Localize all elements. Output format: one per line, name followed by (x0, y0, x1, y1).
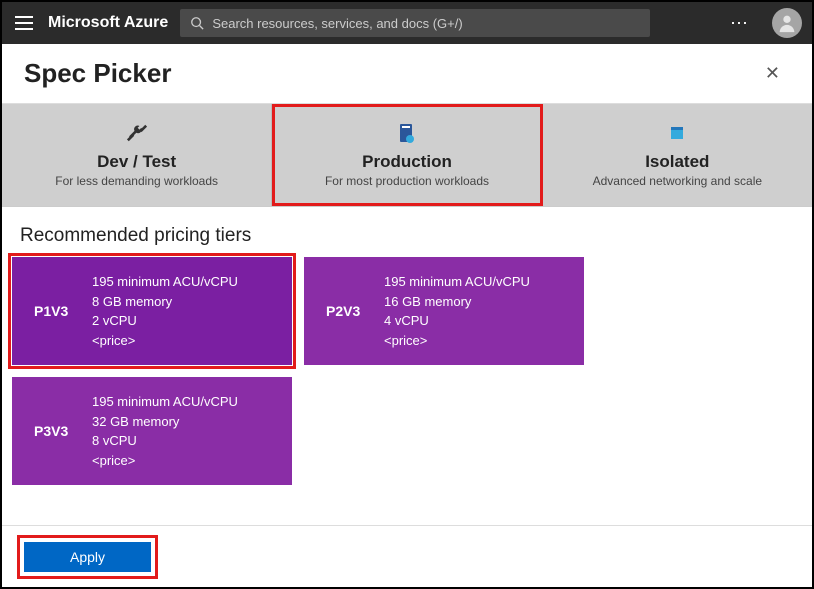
tools-icon (10, 120, 263, 146)
tier-card-p2v3[interactable]: P2V3 195 minimum ACU/vCPU 16 GB memory 4… (304, 257, 584, 365)
avatar[interactable] (772, 8, 802, 38)
tab-subtitle: For less demanding workloads (10, 174, 263, 188)
more-actions-icon[interactable]: ⋯ (724, 13, 756, 34)
content-scroll[interactable]: Dev / Test For less demanding workloads … (2, 103, 812, 586)
search-input[interactable] (212, 16, 640, 31)
tier-vcpu: 8 vCPU (92, 431, 238, 451)
pricing-tiers: P1V3 195 minimum ACU/vCPU 8 GB memory 2 … (2, 257, 812, 515)
tab-title: Production (280, 152, 533, 172)
tier-acu: 195 minimum ACU/vCPU (92, 272, 238, 292)
close-icon[interactable]: ✕ (761, 59, 784, 88)
tab-title: Isolated (551, 152, 804, 172)
tab-subtitle: For most production workloads (280, 174, 533, 188)
tier-vcpu: 2 vCPU (92, 311, 238, 331)
footer: Apply (2, 526, 812, 586)
title-row: Spec Picker ✕ (2, 44, 812, 103)
tier-specs: 195 minimum ACU/vCPU 8 GB memory 2 vCPU … (92, 272, 238, 350)
tier-card-p3v3[interactable]: P3V3 195 minimum ACU/vCPU 32 GB memory 8… (12, 377, 292, 485)
section-title: Recommended pricing tiers (2, 207, 812, 257)
avatar-icon (776, 12, 798, 34)
category-tabs: Dev / Test For less demanding workloads … (2, 104, 812, 207)
azure-header: Microsoft Azure ⋯ (2, 2, 812, 44)
tier-specs: 195 minimum ACU/vCPU 32 GB memory 8 vCPU… (92, 392, 238, 470)
tier-specs: 195 minimum ACU/vCPU 16 GB memory 4 vCPU… (384, 272, 530, 350)
tier-memory: 32 GB memory (92, 412, 238, 432)
tier-vcpu: 4 vCPU (384, 311, 530, 331)
tier-price: <price> (92, 451, 238, 471)
cube-icon (551, 120, 804, 146)
tier-card-p1v3[interactable]: P1V3 195 minimum ACU/vCPU 8 GB memory 2 … (12, 257, 292, 365)
tier-memory: 16 GB memory (384, 292, 530, 312)
tier-price: <price> (92, 331, 238, 351)
tier-name: P3V3 (34, 423, 92, 439)
tab-isolated[interactable]: Isolated Advanced networking and scale (543, 104, 812, 206)
global-search[interactable] (180, 9, 650, 37)
apply-highlight: Apply (20, 538, 155, 576)
search-icon (190, 16, 204, 30)
page-title: Spec Picker (24, 58, 171, 89)
tier-acu: 195 minimum ACU/vCPU (92, 392, 238, 412)
apply-button[interactable]: Apply (24, 542, 151, 572)
tab-subtitle: Advanced networking and scale (551, 174, 804, 188)
server-icon (280, 120, 533, 146)
hamburger-menu-icon[interactable] (12, 11, 36, 35)
tier-memory: 8 GB memory (92, 292, 238, 312)
tab-dev-test[interactable]: Dev / Test For less demanding workloads (2, 104, 272, 206)
brand-label: Microsoft Azure (48, 14, 168, 32)
tier-acu: 195 minimum ACU/vCPU (384, 272, 530, 292)
tier-name: P1V3 (34, 303, 92, 319)
tab-production[interactable]: Production For most production workloads (272, 104, 542, 206)
tier-price: <price> (384, 331, 530, 351)
tab-title: Dev / Test (10, 152, 263, 172)
tier-name: P2V3 (326, 303, 384, 319)
